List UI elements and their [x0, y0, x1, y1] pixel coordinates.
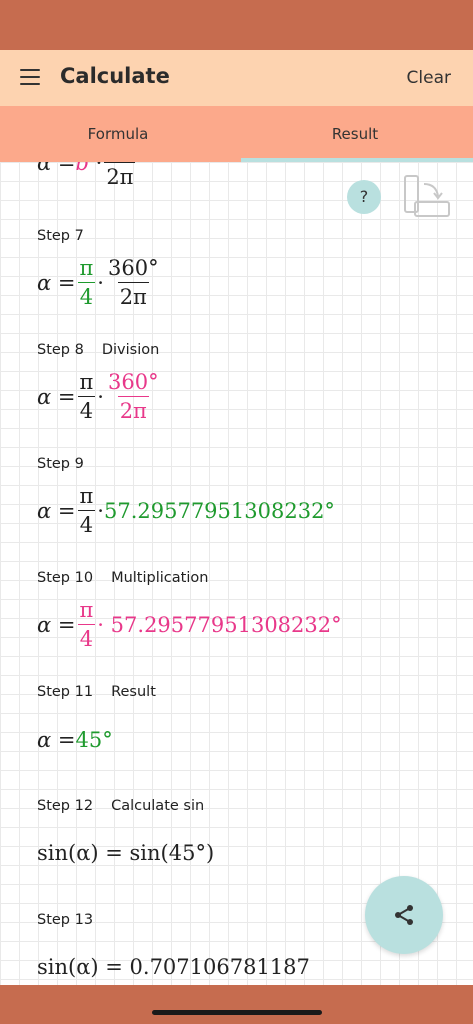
hamburger-menu-icon[interactable]: [20, 69, 40, 87]
step-13-expression: sin(α) = 0.707106781187: [37, 955, 310, 979]
step-number: Step 9: [37, 456, 84, 472]
sin-result: sin(α) = 0.707106781187: [37, 955, 310, 979]
dot-operator: ·: [97, 499, 104, 523]
step-10-label: Step 10 Multiplication: [37, 570, 208, 586]
tab-result[interactable]: Result: [237, 106, 473, 162]
share-icon: [395, 905, 413, 925]
equals-sign: =: [57, 162, 76, 175]
fraction-pi-over-4: π4: [77, 598, 96, 650]
dot-operator: ·: [95, 162, 103, 175]
variable-b: b: [75, 162, 89, 175]
step-12-expression: sin(α) = sin(45°): [37, 841, 214, 865]
alpha-symbol: α: [37, 499, 52, 523]
step-number: Step 7: [37, 228, 84, 244]
fraction-numerator: π: [79, 370, 94, 394]
step-6-expression: α = b · 2π: [37, 162, 137, 188]
equals-sign: =: [57, 613, 76, 637]
tab-bar: Formula Result: [0, 106, 473, 162]
alpha-symbol: α: [37, 162, 52, 175]
equals-sign: =: [57, 271, 76, 295]
fraction-denominator: 4: [77, 396, 96, 422]
step-number: Step 13: [37, 912, 94, 928]
fraction-denominator: 2π: [104, 162, 136, 188]
step-7-label: Step 7: [37, 228, 84, 244]
step-description: Calculate sin: [111, 798, 205, 814]
sin-expression: sin(α) = sin(45°): [37, 841, 215, 865]
step-description: Division: [101, 342, 160, 358]
alpha-symbol: α: [37, 613, 52, 637]
step-number: Step 11: [37, 684, 94, 700]
step-number: Step 10: [37, 570, 94, 586]
page-title: Calculate: [60, 64, 170, 88]
fraction-denominator: 4: [77, 510, 96, 536]
step-11-expression: α = 45°: [37, 728, 113, 752]
step-12-label: Step 12 Calculate sin: [37, 798, 204, 814]
fraction-denominator: 2π: [117, 396, 149, 422]
step-7-expression: α = π4 · 360° 2π: [37, 258, 163, 308]
home-indicator[interactable]: [152, 1010, 322, 1015]
result-steps-panel[interactable]: α = b · 2π Step 7 α = π4 · 360° 2π Step 8D…: [0, 162, 473, 985]
fraction-pi-over-4: π4: [77, 484, 96, 536]
alpha-symbol: α: [37, 271, 52, 295]
help-button[interactable]: ?: [347, 180, 381, 214]
result-value: 45°: [75, 728, 113, 752]
step-9-label: Step 9: [37, 456, 84, 472]
clear-button[interactable]: Clear: [407, 68, 451, 88]
equals-sign: =: [57, 385, 76, 409]
fraction: 2π: [104, 162, 136, 188]
step-description: Multiplication: [111, 570, 209, 586]
rotate-screen-icon[interactable]: [402, 174, 452, 220]
equals-sign: =: [57, 499, 76, 523]
equals-sign: =: [57, 728, 76, 752]
dot-operator: ·: [97, 271, 104, 295]
step-number: Step 8: [37, 342, 84, 358]
fraction-numerator: 360°: [107, 256, 159, 280]
step-8-expression: α = π4 · 360° 2π: [37, 372, 163, 422]
step-9-expression: α = π4 · 57.29577951308232°: [37, 486, 335, 536]
fraction-numerator: π: [79, 598, 94, 622]
fraction-360-over-2pi: 360° 2π: [106, 372, 161, 422]
degree-value: 57.29577951308232°: [110, 613, 342, 637]
bottom-bar: [0, 985, 473, 1024]
dot-operator: ·: [97, 385, 104, 409]
status-bar: [0, 0, 473, 50]
step-8-label: Step 8 Division: [37, 342, 159, 358]
step-description: Result: [111, 684, 156, 700]
fraction-360-over-2pi: 360° 2π: [106, 258, 161, 308]
fraction-denominator: 2π: [117, 282, 149, 308]
step-number: Step 12: [37, 798, 94, 814]
alpha-symbol: α: [37, 385, 52, 409]
dot-operator: ·: [97, 613, 104, 637]
step-13-label: Step 13: [37, 912, 93, 928]
fraction-denominator: 4: [77, 282, 96, 308]
fraction-denominator: 4: [77, 624, 96, 650]
alpha-symbol: α: [37, 728, 52, 752]
fraction-numerator: π: [79, 256, 94, 280]
tab-formula[interactable]: Formula: [0, 106, 236, 162]
fraction-pi-over-4: π4: [77, 370, 96, 422]
step-10-expression: α = π4 · 57.29577951308232°: [37, 600, 342, 650]
degree-value: 57.29577951308232°: [103, 499, 335, 523]
fraction-numerator: 360°: [107, 370, 159, 394]
share-button[interactable]: [365, 876, 443, 954]
fraction-pi-over-4: π4: [77, 256, 96, 308]
step-11-label: Step 11 Result: [37, 684, 156, 700]
fraction-numerator: π: [79, 484, 94, 508]
